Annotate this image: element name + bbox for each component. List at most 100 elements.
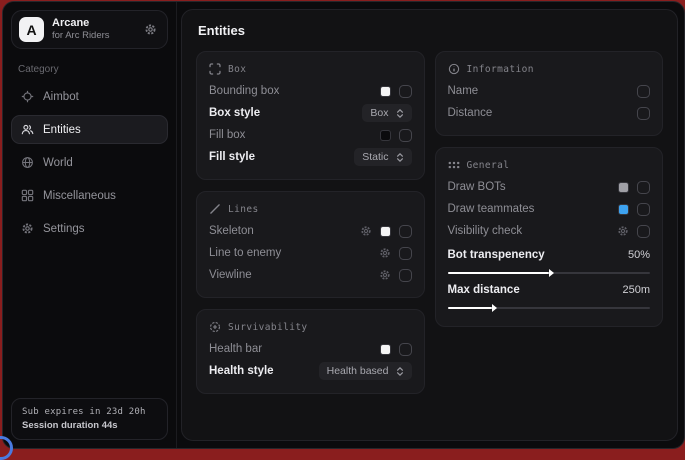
draw-bots-checkbox[interactable] bbox=[637, 181, 650, 194]
setting-label: Max distance bbox=[448, 284, 520, 296]
gear-icon bbox=[21, 222, 34, 235]
box-corners-icon bbox=[209, 63, 221, 75]
panel-title: General bbox=[467, 160, 510, 171]
general-panel: General Draw BOTs Draw teammates bbox=[435, 147, 664, 327]
setting-row-name: Name bbox=[448, 80, 651, 102]
setting-row-draw-bots: Draw BOTs bbox=[448, 176, 651, 198]
panel-title: Survivability bbox=[228, 322, 308, 333]
viewline-checkbox[interactable] bbox=[399, 269, 412, 282]
left-column: Box Bounding box Box style bbox=[196, 51, 425, 394]
bot-transparency-slider[interactable] bbox=[448, 272, 651, 274]
distance-checkbox[interactable] bbox=[637, 107, 650, 120]
max-distance-slider[interactable] bbox=[448, 307, 651, 309]
brand-card: A Arcane for Arc Riders bbox=[11, 10, 168, 49]
color-swatch[interactable] bbox=[380, 130, 391, 141]
setting-row-health-bar: Health bar bbox=[209, 338, 412, 360]
setting-label: Name bbox=[448, 85, 479, 97]
slider-value: 50% bbox=[628, 249, 650, 261]
sidebar-item-miscellaneous[interactable]: Miscellaneous bbox=[11, 181, 168, 210]
setting-label: Fill style bbox=[209, 151, 255, 163]
app-window: A Arcane for Arc Riders Category Aimbot … bbox=[2, 1, 685, 449]
chevron-up-down-icon bbox=[396, 152, 404, 163]
panel-title: Information bbox=[467, 64, 534, 75]
bot-transparency-slider-group: Bot transpenency 50% bbox=[448, 245, 651, 274]
setting-row-line-to-enemy: Line to enemy bbox=[209, 242, 412, 264]
skeleton-checkbox[interactable] bbox=[399, 225, 412, 238]
sidebar-item-world[interactable]: World bbox=[11, 148, 168, 177]
dropdown-value: Static bbox=[362, 151, 388, 163]
setting-row-distance: Distance bbox=[448, 102, 651, 124]
color-swatch[interactable] bbox=[380, 86, 391, 97]
main-panel: Entities Box Bounding box bbox=[181, 9, 678, 441]
fill-box-checkbox[interactable] bbox=[399, 129, 412, 142]
setting-row-box-style: Box style Box bbox=[209, 102, 412, 124]
sidebar-item-settings[interactable]: Settings bbox=[11, 214, 168, 243]
setting-label: Line to enemy bbox=[209, 247, 281, 259]
brand-title: Arcane bbox=[52, 17, 110, 30]
subscription-card: Sub expires in 23d 20h Session duration … bbox=[11, 398, 168, 440]
sidebar-item-aimbot[interactable]: Aimbot bbox=[11, 82, 168, 111]
setting-row-bounding-box: Bounding box bbox=[209, 80, 412, 102]
line-to-enemy-checkbox[interactable] bbox=[399, 247, 412, 260]
max-distance-slider-group: Max distance 250m bbox=[448, 280, 651, 309]
box-panel: Box Bounding box Box style bbox=[196, 51, 425, 180]
users-icon bbox=[21, 123, 34, 136]
color-swatch[interactable] bbox=[380, 226, 391, 237]
name-checkbox[interactable] bbox=[637, 85, 650, 98]
bounding-box-checkbox[interactable] bbox=[399, 85, 412, 98]
information-panel: Information Name Distance bbox=[435, 51, 664, 136]
lines-panel: Lines Skeleton Line bbox=[196, 191, 425, 298]
setting-row-visibility-check: Visibility check bbox=[448, 220, 651, 242]
color-swatch[interactable] bbox=[618, 204, 629, 215]
sidebar-item-label: Miscellaneous bbox=[43, 190, 116, 202]
setting-label: Bot transpenency bbox=[448, 249, 545, 261]
health-bar-checkbox[interactable] bbox=[399, 343, 412, 356]
sidebar-item-label: World bbox=[43, 157, 73, 169]
globe-icon bbox=[21, 156, 34, 169]
dots-grid-icon bbox=[448, 159, 460, 171]
box-style-dropdown[interactable]: Box bbox=[362, 104, 411, 122]
setting-label: Health bar bbox=[209, 343, 262, 355]
right-column: Information Name Distance bbox=[435, 51, 664, 394]
setting-label: Visibility check bbox=[448, 225, 523, 237]
gear-icon[interactable] bbox=[144, 23, 157, 36]
setting-label: Bounding box bbox=[209, 85, 279, 97]
grid-icon bbox=[21, 189, 34, 202]
gear-icon[interactable] bbox=[379, 269, 391, 281]
slider-value: 250m bbox=[622, 284, 650, 296]
color-swatch[interactable] bbox=[618, 182, 629, 193]
main-area: Entities Box Bounding box bbox=[177, 2, 684, 448]
crosshair-icon bbox=[21, 90, 34, 103]
chevron-up-down-icon bbox=[396, 366, 404, 377]
info-icon bbox=[448, 63, 460, 75]
panel-title: Box bbox=[228, 64, 246, 75]
setting-label: Viewline bbox=[209, 269, 252, 281]
line-icon bbox=[209, 203, 221, 215]
dropdown-value: Box bbox=[370, 107, 388, 119]
sidebar-item-label: Settings bbox=[43, 223, 85, 235]
setting-row-fill-box: Fill box bbox=[209, 124, 412, 146]
setting-label: Draw teammates bbox=[448, 203, 535, 215]
draw-teammates-checkbox[interactable] bbox=[637, 203, 650, 216]
sidebar-nav: Aimbot Entities World Miscellaneous bbox=[11, 82, 168, 243]
gear-icon[interactable] bbox=[617, 225, 629, 237]
setting-label: Distance bbox=[448, 107, 493, 119]
sidebar-item-label: Entities bbox=[43, 124, 81, 136]
session-duration: Session duration 44s bbox=[22, 420, 157, 431]
setting-row-draw-teammates: Draw teammates bbox=[448, 198, 651, 220]
chevron-up-down-icon bbox=[396, 108, 404, 119]
visibility-check-checkbox[interactable] bbox=[637, 225, 650, 238]
slider-fill bbox=[448, 307, 493, 309]
fill-style-dropdown[interactable]: Static bbox=[354, 148, 411, 166]
subscription-expiry: Sub expires in 23d 20h bbox=[22, 407, 157, 417]
color-swatch[interactable] bbox=[380, 344, 391, 355]
setting-label: Box style bbox=[209, 107, 260, 119]
setting-row-skeleton: Skeleton bbox=[209, 220, 412, 242]
setting-label: Draw BOTs bbox=[448, 181, 506, 193]
gear-icon[interactable] bbox=[360, 225, 372, 237]
brand-subtitle: for Arc Riders bbox=[52, 30, 110, 41]
setting-label: Health style bbox=[209, 365, 274, 377]
sidebar-item-entities[interactable]: Entities bbox=[11, 115, 168, 144]
gear-icon[interactable] bbox=[379, 247, 391, 259]
health-style-dropdown[interactable]: Health based bbox=[319, 362, 412, 380]
